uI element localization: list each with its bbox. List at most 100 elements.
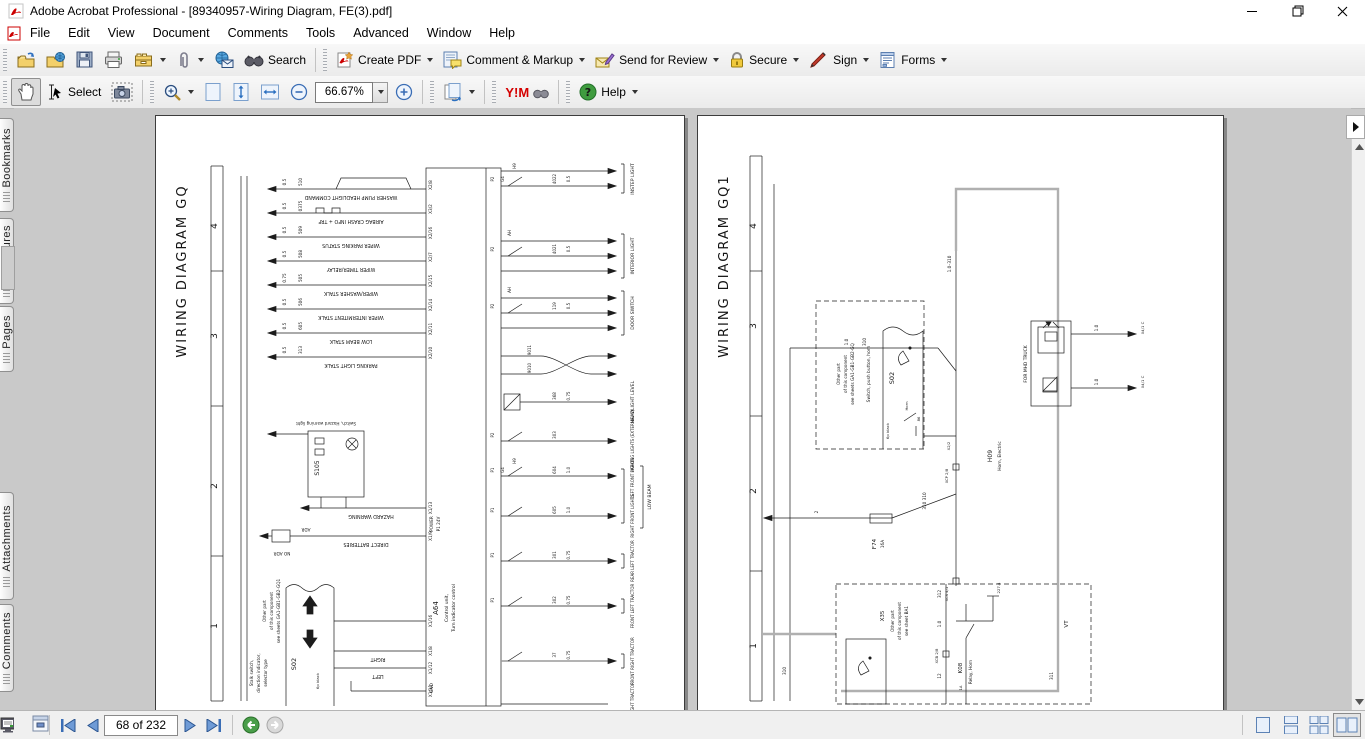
previous-view-button[interactable] (239, 714, 263, 736)
menu-tools[interactable]: Tools (297, 22, 344, 44)
next-page-button[interactable] (178, 714, 202, 736)
wire-size: 0.5 (282, 178, 287, 185)
pdf-page-left[interactable]: WIRING DIAGRAM GQ 4 3 2 1 WASHER PUMP HE… (155, 115, 685, 712)
zoom-level-input[interactable]: 66.67% (315, 82, 373, 103)
toolbar-grip[interactable] (3, 49, 7, 71)
wire-size: 0.5 (282, 322, 287, 329)
open-button[interactable] (11, 46, 41, 74)
select-tool-button[interactable]: Select (41, 78, 106, 106)
page-number-input[interactable]: 68 of 232 (104, 715, 178, 736)
yahoo-search-button[interactable]: Y!M (500, 78, 554, 106)
save-button[interactable] (71, 46, 99, 74)
dropdown-caret[interactable] (713, 58, 719, 62)
close-button[interactable] (1320, 0, 1365, 22)
menu-file[interactable]: File (21, 22, 59, 44)
snapshot-tool-button[interactable] (106, 78, 138, 106)
toolbar-grip[interactable] (150, 81, 154, 103)
tab-grip (3, 674, 10, 684)
plus-circle-icon (395, 83, 413, 101)
email-button[interactable] (209, 46, 239, 74)
power-label: POWER (429, 516, 434, 532)
print-button[interactable] (99, 46, 129, 74)
sidebar-tab-attachments[interactable]: Attachments (0, 492, 14, 600)
menu-help[interactable]: Help (480, 22, 524, 44)
last-page-button[interactable] (202, 714, 226, 736)
hide-pane-button[interactable] (1346, 115, 1365, 139)
toolbar-grip[interactable] (430, 81, 434, 103)
scroll-up-arrow[interactable] (1352, 139, 1365, 155)
pin-label: P2 (490, 303, 495, 308)
fit-width-button[interactable] (255, 78, 285, 106)
wire-size: 1.0 (566, 466, 571, 473)
menu-window[interactable]: Window (418, 22, 480, 44)
scroll-down-arrow[interactable] (1352, 694, 1365, 710)
menu-view[interactable]: View (99, 22, 144, 44)
toolbar-grip[interactable] (566, 81, 570, 103)
toolbar-grip[interactable] (323, 49, 327, 71)
hand-tool-button[interactable] (11, 78, 41, 106)
send-for-review-button[interactable]: Send for Review (590, 46, 724, 74)
dropdown-caret[interactable] (469, 90, 475, 94)
dropdown-caret[interactable] (863, 58, 869, 62)
facing-layout-button[interactable] (1333, 713, 1361, 737)
search-button[interactable]: Search (239, 46, 311, 74)
sidebar-tab-comments[interactable]: Comments (0, 604, 14, 692)
sign-button[interactable]: Sign (804, 46, 874, 74)
create-pdf-button[interactable]: Create PDF (331, 46, 438, 74)
continuous-layout-button[interactable] (1277, 713, 1305, 737)
previous-page-button[interactable] (80, 714, 104, 736)
window-options-icon[interactable] (32, 715, 49, 732)
organizer-button[interactable] (129, 46, 171, 74)
wire-number: 506 (298, 298, 303, 306)
zoom-out-button[interactable] (285, 78, 313, 106)
attach-button[interactable] (171, 46, 209, 74)
menu-comments[interactable]: Comments (219, 22, 297, 44)
sidebar-tab-bookmarks[interactable]: Bookmarks (0, 118, 14, 212)
menu-document[interactable]: Document (144, 22, 219, 44)
scrollbar-thumb[interactable] (1, 246, 15, 290)
open-web-button[interactable] (41, 46, 71, 74)
wire-number: 1.0–310 (947, 255, 952, 272)
forms-button[interactable]: Forms (874, 46, 952, 74)
first-page-button[interactable] (56, 714, 80, 736)
dropdown-caret[interactable] (160, 58, 166, 62)
secure-button[interactable]: Secure (724, 46, 804, 74)
zoom-level-caret[interactable] (373, 82, 388, 103)
comment-markup-button[interactable]: Comment & Markup (438, 46, 590, 74)
menu-advanced[interactable]: Advanced (344, 22, 418, 44)
minimize-button[interactable] (1230, 0, 1275, 22)
dropdown-caret[interactable] (198, 58, 204, 62)
load-label: INTERIOR LIGHT (630, 237, 636, 274)
vertical-scrollbar[interactable] (1351, 139, 1365, 710)
right-label: RIGHT (370, 656, 385, 662)
zoom-tool-button[interactable] (158, 78, 199, 106)
tab-label: Pages (1, 315, 13, 349)
dropdown-caret[interactable] (632, 90, 638, 94)
page-display-button[interactable] (438, 78, 480, 106)
continuous-facing-layout-button[interactable] (1305, 713, 1333, 737)
menu-edit[interactable]: Edit (59, 22, 99, 44)
single-page-layout-button[interactable] (1249, 713, 1277, 737)
dropdown-caret[interactable] (941, 58, 947, 62)
page-title-gq: WIRING DIAGRAM GQ (175, 184, 190, 357)
zoom-in-button[interactable] (390, 78, 418, 106)
dropdown-caret[interactable] (188, 90, 194, 94)
help-button[interactable]: ?Help (574, 78, 643, 106)
restore-button[interactable] (1275, 0, 1320, 22)
next-view-button[interactable] (263, 714, 287, 736)
wire-size: 0.5 (282, 346, 287, 353)
screen-mode-icon[interactable] (0, 717, 14, 733)
load-label: FRONT RIGHT TRACTOR (630, 682, 635, 711)
fit-page-button[interactable] (199, 78, 227, 106)
a64-desc: Turn indicator control (451, 584, 457, 633)
folder-globe-icon (46, 51, 66, 69)
dropdown-caret[interactable] (793, 58, 799, 62)
sidebar-tab-pages[interactable]: Pages (0, 306, 14, 372)
dropdown-caret[interactable] (579, 58, 585, 62)
component-s02: S02 (888, 372, 896, 384)
toolbar-grip[interactable] (492, 81, 496, 103)
pdf-page-right[interactable]: WIRING DIAGRAM GQ1 4 3 2 1 Other part of… (697, 115, 1224, 712)
fit-height-button[interactable] (227, 78, 255, 106)
dropdown-caret[interactable] (427, 58, 433, 62)
toolbar-grip[interactable] (3, 81, 7, 103)
